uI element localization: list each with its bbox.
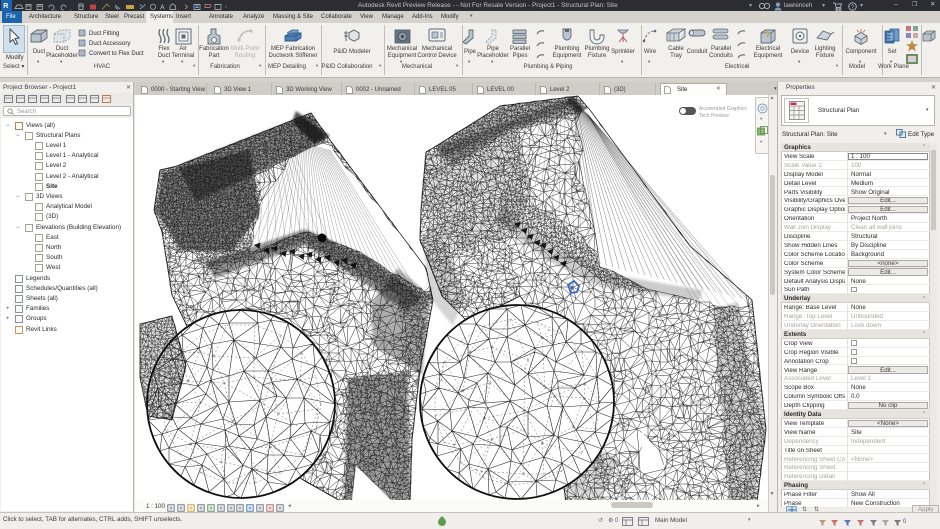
svg-text:A: A [160,4,165,11]
